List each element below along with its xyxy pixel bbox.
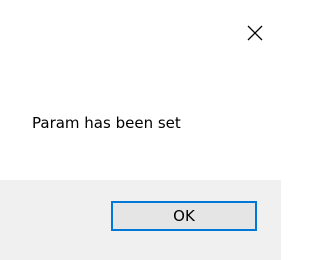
dialog-footer: OK: [0, 180, 281, 260]
ok-button-label: OK: [173, 207, 195, 225]
close-button[interactable]: [236, 14, 274, 52]
close-icon: [247, 25, 263, 41]
message-dialog: Param has been set OK: [0, 0, 281, 260]
title-bar: [0, 0, 281, 70]
ok-button[interactable]: OK: [111, 201, 257, 231]
dialog-message: Param has been set: [32, 114, 181, 132]
